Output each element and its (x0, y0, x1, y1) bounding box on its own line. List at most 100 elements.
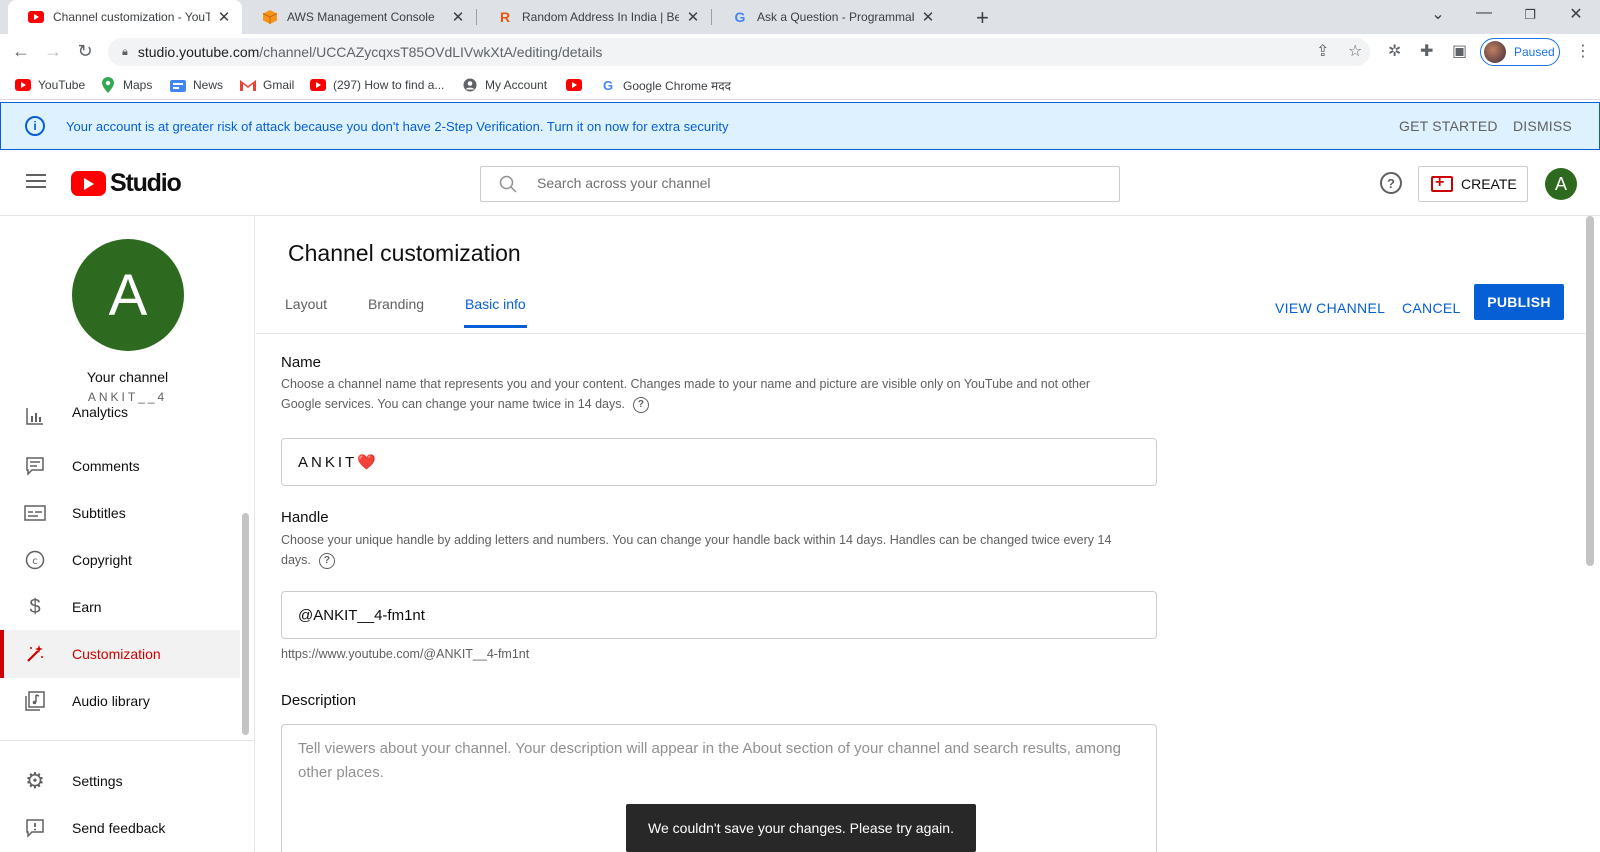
create-button[interactable]: CREATE (1418, 166, 1528, 202)
new-tab-icon[interactable]: + (976, 5, 989, 31)
comments-icon (24, 455, 46, 477)
sidebar-item-send-feedback[interactable]: Send feedback (0, 804, 240, 852)
sidebar-item-label: Send feedback (72, 820, 166, 836)
bookmark-star-icon[interactable]: ☆ (1348, 41, 1362, 61)
tab-branding[interactable]: Branding (368, 296, 424, 326)
reload-icon[interactable]: ↻ (74, 41, 96, 62)
sidebar-item-label: Audio library (72, 693, 150, 709)
address-bar[interactable]: 🔒︎ studio.youtube.com/channel/UCCAZycqxs… (108, 38, 1370, 66)
subtitles-icon (24, 502, 46, 524)
side-panel-icon[interactable]: ▣ (1452, 41, 1467, 61)
studio-logo[interactable]: Studio (71, 169, 182, 198)
tab-basic-info[interactable]: Basic info (464, 296, 527, 328)
name-section-title: Name (281, 354, 322, 371)
sidebar-item-comments[interactable]: Comments (0, 442, 240, 490)
audio-library-icon (24, 690, 46, 712)
restore-icon[interactable]: ❐ (1518, 7, 1542, 23)
sidebar-item-audio-library[interactable]: Audio library (0, 677, 240, 725)
news-icon (170, 77, 186, 93)
tab-layout[interactable]: Layout (285, 296, 327, 326)
handle-section-description: Choose your unique handle by adding lett… (281, 530, 1131, 570)
youtube-icon (28, 9, 44, 25)
help-icon[interactable]: ? (318, 552, 335, 569)
url-path: /channel/UCCAZycqxsT85OVdLIVwkXtA/editin… (259, 44, 603, 60)
analytics-icon (24, 407, 46, 427)
puzzle-icon[interactable]: ✚ (1420, 41, 1433, 61)
gear-icon: ⚙ (25, 768, 45, 793)
view-channel-button[interactable]: VIEW CHANNEL (1275, 300, 1385, 316)
share-icon[interactable]: ⇪ (1316, 41, 1329, 61)
dismiss-button[interactable]: DISMISS (1513, 118, 1572, 134)
close-tab-icon[interactable]: ✕ (216, 8, 232, 26)
browser-tab-random-address[interactable]: R Random Address In India | Best Random … (477, 0, 711, 34)
bookmark-label: YouTube (38, 78, 86, 92)
your-channel-label: Your channel (86, 369, 169, 385)
back-arrow-icon[interactable]: ← (10, 41, 32, 62)
create-label: CREATE (1461, 176, 1517, 192)
forward-arrow-icon[interactable]: → (42, 41, 64, 62)
bookmark-youtube[interactable]: YouTube (15, 77, 85, 93)
hamburger-menu-icon[interactable] (26, 174, 46, 188)
sidebar-scrollbar[interactable] (242, 513, 249, 735)
close-tab-icon[interactable]: ✕ (920, 8, 936, 26)
profile-button[interactable]: Paused (1480, 38, 1560, 66)
sidebar-item-earn[interactable]: $ Earn (0, 583, 240, 631)
browser-tab-aws[interactable]: AWS Management Console ✕ (242, 0, 476, 34)
search-input[interactable] (537, 175, 1097, 191)
sidebar-item-customization[interactable]: Customization (0, 630, 240, 678)
handle-field[interactable]: @ANKIT__4-fm1nt (281, 591, 1157, 639)
tab-title: Random Address In India | Best Random (522, 10, 679, 24)
browser-toolbar: ← → ↻ 🔒︎ studio.youtube.com/channel/UCCA… (0, 34, 1600, 70)
sidebar-item-analytics[interactable]: Analytics (0, 407, 240, 433)
bookmark-maps[interactable]: Maps (100, 77, 152, 93)
extension-icon[interactable]: ✲ (1388, 41, 1401, 61)
youtube-icon (15, 77, 31, 93)
search-box (480, 166, 1120, 202)
account-avatar[interactable]: A (1545, 168, 1577, 200)
close-window-icon[interactable]: ✕ (1564, 4, 1588, 24)
dollar-icon: $ (29, 595, 41, 618)
sidebar-item-label: Analytics (72, 407, 129, 420)
bookmark-news[interactable]: News (170, 77, 223, 93)
close-tab-icon[interactable]: ✕ (450, 8, 466, 26)
profile-status: Paused (1514, 45, 1555, 59)
info-icon: i (25, 116, 45, 136)
browser-tab-studio[interactable]: Channel customization - YouTube Studio ✕ (8, 0, 242, 34)
sidebar-item-subtitles[interactable]: Subtitles (0, 489, 240, 537)
sidebar-item-label: Customization (72, 646, 161, 662)
feedback-icon (24, 817, 46, 839)
security-banner: i Your account is at greater risk of att… (0, 102, 1600, 150)
channel-name-field[interactable]: ANKIT❤️ (281, 438, 1157, 486)
bookmark-youtube-2[interactable] (566, 77, 589, 93)
sidebar-item-copyright[interactable]: c Copyright (0, 536, 240, 584)
name-section-description: Choose a channel name that represents yo… (281, 374, 1131, 414)
sidebar-item-label: Copyright (72, 552, 132, 568)
handle-description-text: Choose your unique handle by adding lett… (281, 533, 1112, 567)
bookmark-label: My Account (485, 78, 548, 92)
main-scrollbar[interactable] (1586, 216, 1594, 566)
browser-tab-programmable-search[interactable]: G Ask a Question - Programmable Search ✕ (712, 0, 946, 34)
page-title: Channel customization (288, 240, 521, 266)
cancel-button[interactable]: CANCEL (1402, 300, 1461, 316)
bookmark-gmail[interactable]: Gmail (240, 77, 294, 93)
get-started-button[interactable]: GET STARTED (1399, 118, 1498, 134)
aws-cube-icon (262, 9, 278, 25)
bookmark-label: (297) How to find a... (333, 78, 445, 92)
publish-button[interactable]: PUBLISH (1474, 284, 1564, 320)
name-description-text: Choose a channel name that represents yo… (281, 377, 1091, 411)
channel-avatar[interactable]: A (72, 239, 184, 351)
sidebar-item-settings[interactable]: ⚙ Settings (0, 757, 240, 805)
help-icon[interactable]: ? (632, 396, 649, 413)
tab-title: Ask a Question - Programmable Search (757, 10, 914, 24)
help-icon[interactable]: ? (1380, 172, 1402, 194)
minimize-icon[interactable]: — (1472, 4, 1496, 22)
close-tab-icon[interactable]: ✕ (685, 8, 701, 26)
chrome-menu-icon[interactable]: ⋮ (1575, 41, 1591, 61)
bookmark-my-account[interactable]: My Account (462, 77, 547, 93)
tab-search-chevron-icon[interactable]: ⌄ (1426, 4, 1450, 24)
sidebar-item-label: Settings (72, 773, 123, 789)
google-icon: G (734, 9, 746, 25)
sidebar-divider (0, 740, 254, 741)
bookmark-how-to-find[interactable]: (297) How to find a... (310, 77, 444, 93)
bookmark-chrome-help[interactable]: G Google Chrome मदद (600, 77, 731, 94)
